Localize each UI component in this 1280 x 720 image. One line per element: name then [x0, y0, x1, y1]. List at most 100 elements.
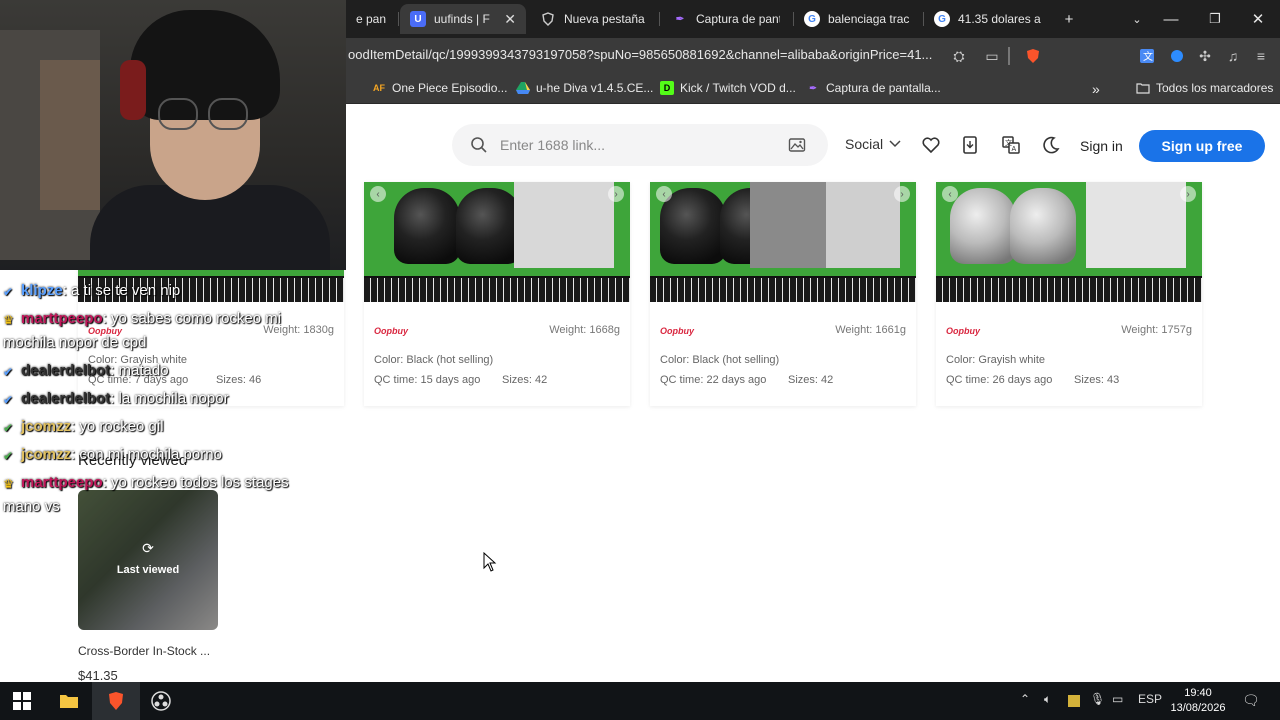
svg-text:A: A [1012, 146, 1017, 153]
qc-card[interactable]: ‹ › Oopbuy Weight: 1661g Color: Black (h… [650, 182, 916, 406]
chat-message: ✔ dealerdelbot: la mochila nopor [3, 390, 229, 407]
tab-captura-left[interactable]: e panta [346, 4, 396, 34]
sign-in-link[interactable]: Sign in [1080, 138, 1123, 154]
color-value: Color: Grayish white [946, 354, 1046, 366]
search-input[interactable] [500, 124, 770, 166]
chat-message: mano vs [3, 498, 60, 515]
last-viewed-badge: Last viewed [116, 564, 180, 576]
all-bookmarks-label: Todos los marcadores [1156, 81, 1274, 95]
bookmark-label: Captura de pantalla... [826, 81, 941, 95]
tab-uufinds[interactable]: U uufinds | Fin ✕ [400, 4, 526, 34]
cast-icon[interactable]: ▭ [983, 47, 1001, 65]
qc-photo[interactable]: ‹ › [364, 182, 630, 302]
minimize-icon[interactable]: — [1160, 8, 1182, 30]
chat-message: ♛ marttpeepo: yo rockeo todos los stages [3, 474, 289, 491]
glasses-lens [208, 98, 248, 130]
obs-icon[interactable] [150, 690, 172, 712]
close-tab-icon[interactable]: ✕ [504, 11, 516, 28]
bookmark-captura[interactable]: ✒ Captura de pantalla... [806, 81, 941, 95]
chevron-left-icon[interactable]: ‹ [656, 186, 672, 202]
bookmarks-more-button[interactable]: » [1092, 81, 1100, 97]
google-icon: G [804, 11, 820, 27]
box-image [826, 182, 900, 268]
brand-logo: Oopbuy [374, 326, 408, 336]
music-icon[interactable]: ♫ [1224, 47, 1242, 65]
chevron-right-icon[interactable]: › [608, 186, 624, 202]
chat-text: : con mi mochila porno [71, 446, 222, 463]
social-dropdown[interactable]: Social [845, 136, 901, 152]
tab-balenciaga[interactable]: G balenciaga track [794, 4, 920, 34]
tab-dolares[interactable]: G 41.35 dolares a p [924, 4, 1052, 34]
image-search-icon[interactable] [788, 136, 806, 154]
language-indicator[interactable]: ESP [1138, 692, 1162, 706]
translate-extension-icon[interactable]: 文 [1138, 47, 1156, 65]
menu-icon[interactable]: ≡ [1252, 47, 1270, 65]
recently-viewed-name[interactable]: Cross-Border In-Stock ... [78, 644, 210, 658]
new-tab-button[interactable]: + [1058, 8, 1080, 30]
reload-icon: ⟳ [142, 540, 154, 556]
google-icon: G [934, 11, 950, 27]
bookmark-kick[interactable]: D Kick / Twitch VOD d... [660, 81, 796, 95]
chevron-left-icon[interactable]: ‹ [370, 186, 386, 202]
bookmark-diva[interactable]: u-he Diva v1.4.5.CE... [516, 81, 653, 95]
download-app-icon[interactable] [960, 135, 980, 155]
heart-icon[interactable] [921, 135, 941, 155]
verified-check-icon: ✔ [3, 285, 14, 299]
tab-label: Nueva pestaña [564, 12, 645, 26]
headset-graphic [120, 60, 146, 120]
translate-icon[interactable]: ⛭ [950, 47, 968, 65]
green-check-icon: ✔ [3, 449, 14, 463]
ruler-graphic [364, 276, 630, 302]
brave-browser-icon[interactable] [105, 690, 127, 712]
brand-logo: Oopbuy [660, 326, 694, 336]
bookmark-one-piece[interactable]: AF One Piece Episodio... [372, 81, 507, 95]
volume-icon[interactable]: 🔈︎ [1044, 692, 1051, 707]
recently-viewed-thumbnail[interactable]: ⟳ Last viewed [78, 490, 218, 630]
chat-text: mochila nopor de cpd [3, 334, 147, 351]
tab-nueva-pestana[interactable]: Nueva pestaña [530, 4, 656, 34]
chevron-right-icon[interactable]: › [894, 186, 910, 202]
feather-icon: ✒ [809, 82, 817, 93]
kick-icon: D [660, 81, 674, 95]
qc-time: QC time: 26 days ago [946, 374, 1053, 386]
close-window-icon[interactable]: ✕ [1247, 8, 1269, 30]
language-icon[interactable]: 文A [1001, 135, 1021, 155]
crown-icon: ♛ [3, 313, 14, 327]
chevron-up-icon[interactable]: ⌃ [1020, 692, 1030, 706]
chat-username: jcomzz [21, 446, 72, 463]
windows-start-icon[interactable] [11, 690, 33, 712]
microphone-icon[interactable]: 🎙︎ [1090, 692, 1105, 706]
file-explorer-icon[interactable] [58, 690, 80, 712]
tab-label: Captura de panta [696, 12, 780, 26]
brave-shield-icon[interactable] [1024, 47, 1042, 65]
qc-photo[interactable]: ‹ › [650, 182, 916, 302]
chevron-left-icon[interactable]: ‹ [942, 186, 958, 202]
dark-mode-moon-icon[interactable] [1041, 135, 1061, 155]
notifications-icon[interactable]: 🗨︎ [1242, 692, 1260, 709]
chat-text: : yo rockeo gil [71, 418, 164, 435]
streamer-hair [130, 10, 280, 120]
brand-logo: Oopbuy [946, 326, 980, 336]
sign-up-button[interactable]: Sign up free [1139, 130, 1265, 162]
url-field[interactable]: oodItemDetail/qc/1999399343793197058?spu… [348, 47, 932, 62]
qc-card[interactable]: ‹ › Oopbuy Weight: 1757g Color: Grayish … [936, 182, 1202, 406]
all-bookmarks-button[interactable]: Todos los marcadores [1136, 81, 1273, 95]
system-clock[interactable]: 19:40 13/08/2026 [1168, 686, 1228, 716]
app-tray-icon[interactable] [1068, 695, 1080, 707]
chat-text: mano vs [3, 498, 60, 515]
restore-icon[interactable]: ❐ [1204, 8, 1226, 30]
folder-icon [1136, 81, 1150, 95]
qc-photo[interactable]: ‹ › [936, 182, 1202, 302]
extension-icon[interactable] [1168, 47, 1186, 65]
chat-text: : a ti se te ven nip [62, 282, 181, 299]
network-icon[interactable]: ▭ [1112, 692, 1123, 706]
background-door [40, 60, 100, 210]
extensions-puzzle-icon[interactable]: ✣ [1196, 47, 1214, 65]
mouse-cursor-icon [483, 552, 497, 572]
chevron-right-icon[interactable]: › [1180, 186, 1196, 202]
chevron-down-icon[interactable]: ⌄ [1126, 8, 1148, 30]
tab-captura[interactable]: ✒ Captura de panta [662, 4, 790, 34]
bag-image [750, 182, 826, 268]
tab-label: uufinds | Fin [434, 12, 490, 26]
qc-card[interactable]: ‹ › Oopbuy Weight: 1668g Color: Black (h… [364, 182, 630, 406]
